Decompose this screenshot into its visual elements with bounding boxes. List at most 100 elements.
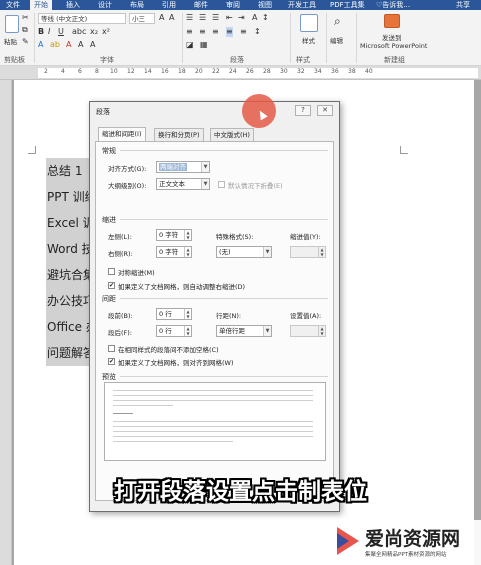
styles-label[interactable]: 样式 [302, 35, 315, 45]
editing-label[interactable]: 编辑 [330, 35, 343, 45]
distributed-icon[interactable]: ≡ [240, 27, 247, 37]
align-right-icon[interactable]: ≡ [212, 27, 219, 37]
horizontal-ruler[interactable]: 2 4 6 8 10 12 14 16 18 20 22 24 26 28 30… [0, 66, 481, 80]
outline-level-select[interactable]: 正文文本 ▼ [156, 178, 210, 190]
font-size-select[interactable]: 小三 [129, 13, 155, 24]
bold-icon[interactable]: B [38, 27, 44, 37]
tab-file[interactable]: 文件 [2, 0, 24, 10]
font-name-select[interactable]: 等线 (中文正文) [38, 13, 126, 24]
tab-asian-typography[interactable]: 中文版式(H) [210, 128, 254, 141]
cut-icon[interactable]: ✂ [22, 13, 29, 23]
tab-developer[interactable]: 开发工具 [284, 0, 320, 10]
decrease-indent-icon[interactable]: ⇤ [226, 13, 233, 23]
shading-icon[interactable]: ◪ [186, 40, 194, 50]
align-center-icon[interactable]: ≡ [199, 27, 206, 37]
space-before-value: 0 行 [159, 310, 172, 318]
tab-design[interactable]: 设计 [94, 0, 116, 10]
alignment-value: 两端对齐 [159, 163, 187, 171]
chevron-down-icon: ▼ [201, 179, 209, 189]
special-indent-select[interactable]: (无) ▼ [216, 246, 272, 258]
grow-font-icon[interactable]: A [159, 13, 164, 23]
spinner-icon[interactable]: ▲ ▼ [184, 247, 191, 257]
paste-label[interactable]: 粘贴 [4, 36, 17, 46]
section-divider [120, 219, 328, 220]
indent-by-input[interactable]: ▲ ▼ [290, 246, 326, 258]
ruler-number: 18 [178, 68, 186, 75]
share-button[interactable]: 共享 [452, 0, 474, 10]
send-to-label[interactable]: 发送到 [382, 32, 402, 42]
text-effects-icon[interactable]: A [38, 40, 43, 50]
styles-gallery-icon[interactable] [300, 14, 318, 32]
format-painter-icon[interactable]: ✎ [22, 37, 29, 47]
tell-me-search[interactable]: ♡告诉我... [372, 0, 414, 10]
auto-adjust-indent-checkbox[interactable]: ✔ [108, 282, 115, 289]
italic-icon[interactable]: I [48, 27, 50, 37]
sort-icon[interactable]: ↕ [262, 13, 269, 23]
shrink-font-icon[interactable]: A [169, 13, 174, 23]
tab-view[interactable]: 视图 [254, 0, 276, 10]
help-button[interactable]: ? [295, 105, 311, 116]
strikethrough-icon[interactable]: abc [72, 27, 86, 37]
tab-insert[interactable]: 插入 [62, 0, 84, 10]
ruler-number: 16 [161, 68, 169, 75]
multilevel-list-icon[interactable]: ☰ [212, 13, 219, 23]
indent-right-input[interactable]: 0 字符 ▲ ▼ [156, 246, 192, 258]
snap-to-grid-checkbox[interactable]: ✔ [108, 358, 115, 365]
numbering-icon[interactable]: ☰ [199, 13, 206, 23]
chinese-layout-icon[interactable]: A [252, 13, 257, 23]
close-button[interactable]: ✕ [317, 105, 333, 116]
indentation-heading: 缩进 [102, 216, 116, 224]
section-divider [120, 376, 328, 377]
line-spacing-icon[interactable]: ↕ [254, 27, 261, 37]
auto-adjust-indent-label: 如果定义了文档网格，则自动调整右缩进(D) [118, 283, 246, 291]
spinner-icon[interactable]: ▲ ▼ [184, 230, 191, 240]
copy-icon[interactable]: ⧉ [22, 25, 28, 35]
indent-by-label: 缩进值(Y): [290, 233, 321, 241]
tab-line-page-breaks[interactable]: 换行和分页(P) [154, 128, 204, 141]
increase-indent-icon[interactable]: ⇥ [238, 13, 245, 23]
ruler-number: 30 [280, 68, 288, 75]
justify-icon[interactable]: ≡ [226, 27, 233, 37]
preview-line [113, 431, 313, 432]
editing-icon[interactable]: ⌕ [334, 15, 341, 27]
tab-indents-spacing[interactable]: 缩进和间距(I) [98, 127, 146, 141]
char-border-icon[interactable]: A [90, 40, 95, 50]
spinner-icon[interactable]: ▲ ▼ [184, 309, 191, 319]
spacing-at-input[interactable]: ▲ ▼ [290, 325, 326, 337]
spinner-icon[interactable]: ▲ ▼ [318, 247, 325, 257]
char-shading-icon[interactable]: A [78, 40, 83, 50]
highlight-icon[interactable]: ab [50, 40, 60, 50]
ruler-number: 36 [331, 68, 339, 75]
superscript-icon[interactable]: x² [102, 27, 110, 37]
line-spacing-select[interactable]: 单倍行距 ▼ [216, 325, 272, 337]
mirror-indents-checkbox[interactable] [108, 268, 115, 275]
alignment-select[interactable]: 两端对齐 ▼ [156, 161, 210, 173]
tab-pdf-tools[interactable]: PDF工具集 [326, 0, 369, 10]
tab-home[interactable]: 开始 [30, 0, 52, 10]
send-target-label[interactable]: Microsoft PowerPoint [360, 42, 427, 50]
underline-icon[interactable]: U [58, 27, 64, 37]
group-font-label: 字体 [100, 56, 114, 64]
font-color-icon[interactable]: A [66, 40, 71, 50]
subscript-icon[interactable]: x₂ [90, 27, 98, 37]
tab-references[interactable]: 引用 [158, 0, 180, 10]
powerpoint-icon[interactable] [384, 14, 400, 28]
watermark-subtitle: 集聚全网精品PPT素材资源的网站 [365, 552, 447, 558]
tab-layout[interactable]: 布局 [126, 0, 148, 10]
tab-review[interactable]: 审阅 [222, 0, 244, 10]
tab-mailings[interactable]: 邮件 [190, 0, 212, 10]
collapse-checkbox[interactable] [218, 181, 225, 188]
paste-icon[interactable] [5, 15, 19, 33]
bullets-icon[interactable]: ☰ [186, 13, 193, 23]
spinner-icon[interactable]: ▲ ▼ [318, 326, 325, 336]
line-spacing-value: 单倍行距 [219, 327, 245, 335]
space-before-input[interactable]: 0 行 ▲ ▼ [156, 308, 192, 320]
indent-left-value: 0 字符 [159, 231, 179, 239]
spinner-icon[interactable]: ▲ ▼ [184, 326, 191, 336]
align-left-icon[interactable]: ≡ [186, 27, 193, 37]
indent-left-input[interactable]: 0 字符 ▲ ▼ [156, 229, 192, 241]
space-after-input[interactable]: 0 行 ▲ ▼ [156, 325, 192, 337]
borders-icon[interactable]: ▦ [200, 40, 208, 50]
ruler-number: 34 [314, 68, 322, 75]
no-space-same-style-checkbox[interactable] [108, 345, 115, 352]
